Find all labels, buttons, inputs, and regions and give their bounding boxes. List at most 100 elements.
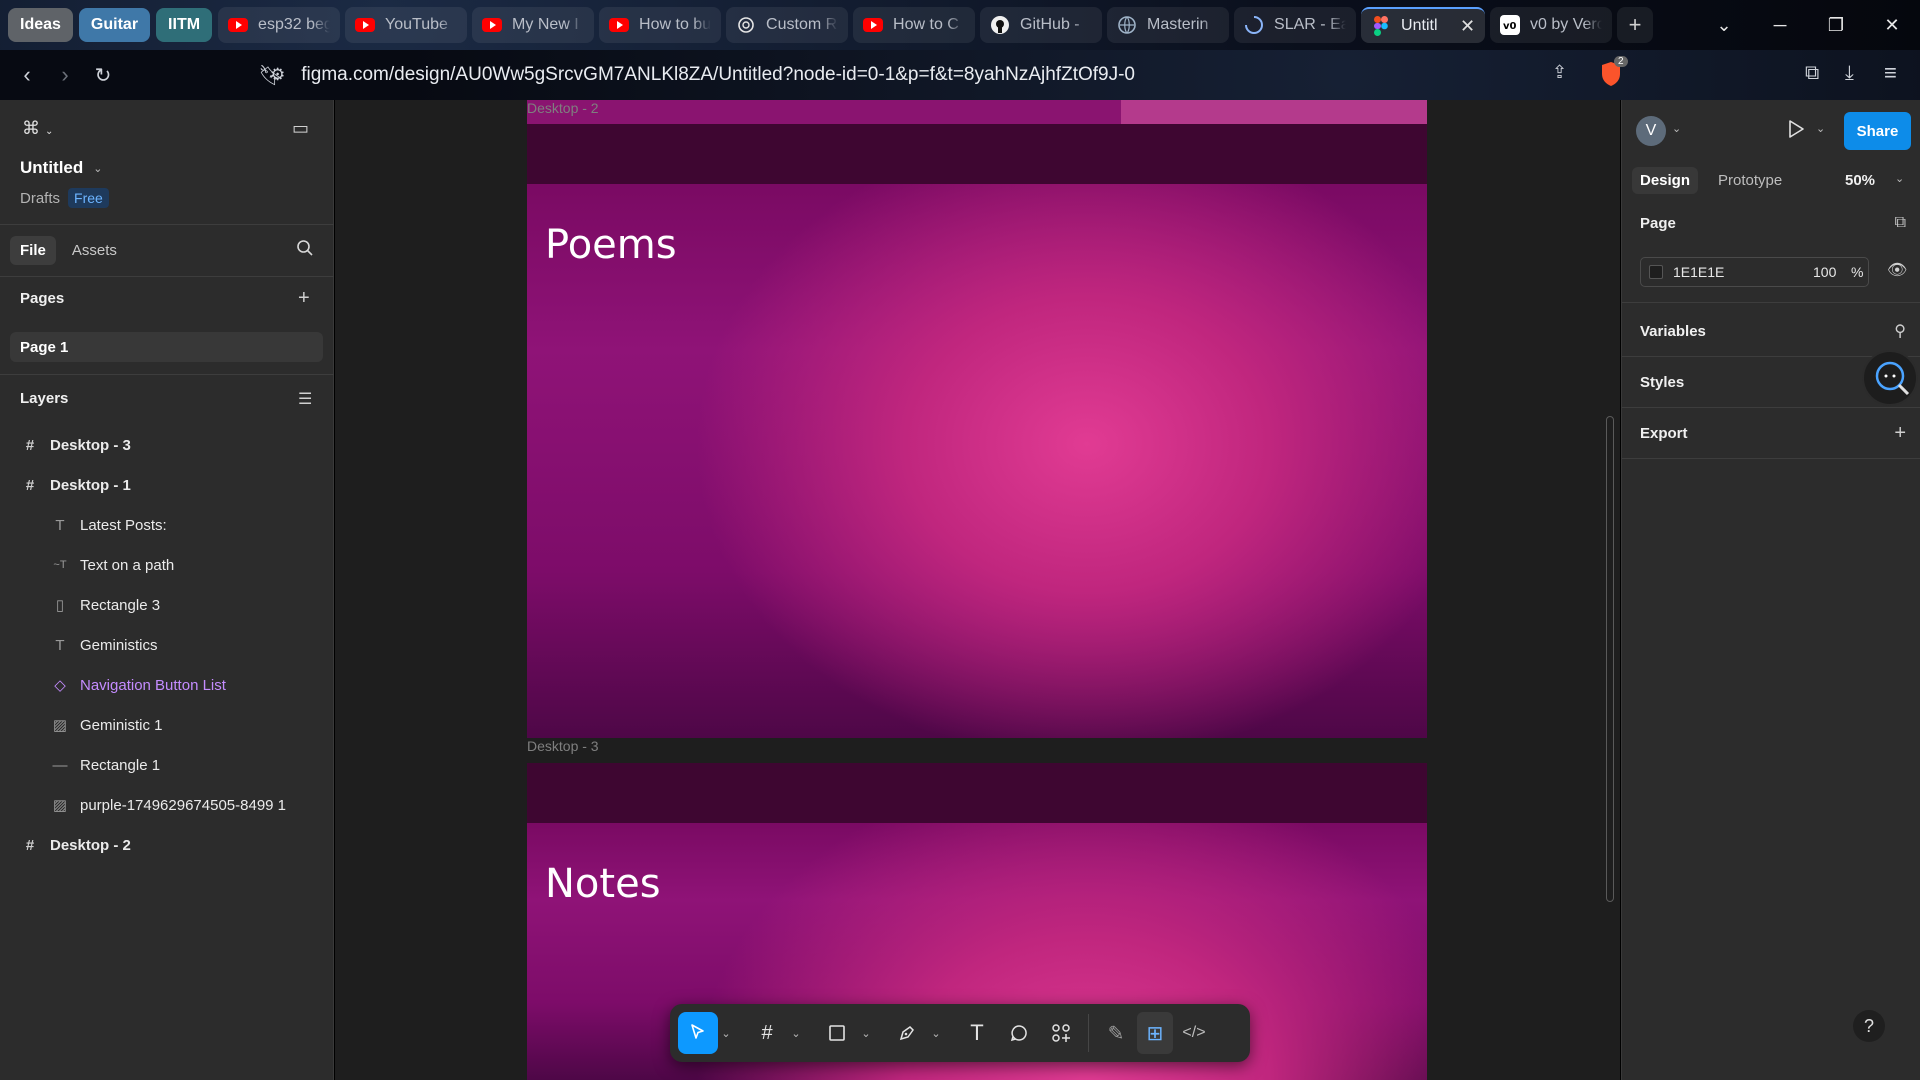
chevron-down-icon[interactable]: ⌄ [1895,172,1904,185]
chevron-down-icon[interactable]: ⌄ [858,1012,874,1054]
page-color-hex[interactable]: 1E1E1E [1673,264,1724,280]
actions-tool-icon[interactable] [1040,1012,1082,1054]
url-field[interactable]: ⚙︎ figma.com/design/AU0Ww5gSrcvGM7ANLKl8… [270,57,1565,93]
lens-assistant-icon[interactable] [1862,350,1918,406]
download-icon[interactable]: ⤓ [1845,62,1854,85]
chevron-down-icon[interactable]: ⌄ [1816,122,1825,135]
browser-tab-active[interactable]: Untitl ✕ [1361,7,1486,43]
layer-geministic-1[interactable]: ▨ Geministic 1 [0,705,334,745]
page-item[interactable]: Page 1 [10,332,323,362]
close-tab-icon[interactable]: ✕ [1460,16,1475,37]
browser-tab[interactable]: How to bu [599,7,722,43]
page-section-title: Page [1640,214,1676,232]
new-tab-button[interactable]: + [1617,7,1654,43]
panel-toggle-icon[interactable]: ▭ [292,118,309,139]
frame-desktop-2[interactable]: Poems [527,124,1427,738]
add-export-icon[interactable]: + [1894,422,1906,445]
frame-label[interactable]: Desktop - 2 [527,100,599,116]
search-icon[interactable] [296,239,314,262]
dev-mode-icon[interactable]: </> [1173,1012,1215,1054]
browser-tab[interactable]: SLAR - Ea [1234,7,1357,43]
design-canvas[interactable]: Desktop - 2 Poems Desktop - 3 Notes [335,100,1620,1080]
figma-icon [1371,16,1391,36]
minimize-icon[interactable]: ─ [1752,15,1808,36]
pen-tool-icon[interactable] [886,1012,928,1054]
chevron-down-icon[interactable]: ⌄ [928,1012,944,1054]
zoom-level[interactable]: 50% [1845,172,1875,189]
layer-desktop-3[interactable]: # Desktop - 3 [0,425,334,465]
extensions-icon[interactable]: ⧉ [1805,62,1819,85]
layer-rectangle-1[interactable]: — Rectangle 1 [0,745,334,785]
export-section[interactable]: Export + [1622,408,1920,459]
chevron-down-icon[interactable]: ⌄ [1672,122,1681,135]
layer-navigation-button-list[interactable]: ◇ Navigation Button List [0,665,334,705]
chevron-down-icon[interactable]: ⌄ [718,1012,734,1054]
tab-search-chevron-icon[interactable]: ⌄ [1696,15,1752,36]
layer-purple-image[interactable]: ▨ purple-1749629674505-8499 1 [0,785,334,825]
forward-icon[interactable]: › [46,62,84,88]
browser-tab[interactable]: Custom R [726,7,849,43]
pages-header: Pages [20,290,65,307]
avatar[interactable]: V [1636,116,1666,146]
tab-group-guitar[interactable]: Guitar [78,8,151,42]
rectangle-tool-icon[interactable] [816,1012,858,1054]
figma-menu-icon[interactable]: ⌘ ⌄ [22,118,53,139]
browser-tab[interactable]: YouTube [345,7,468,43]
layer-desktop-1[interactable]: # Desktop - 1 [0,465,334,505]
text-tool-icon[interactable]: T [956,1012,998,1054]
chevron-down-icon[interactable]: ⌄ [93,162,102,175]
tab-group-ideas[interactable]: Ideas [8,8,73,42]
page-opacity[interactable]: 100 [1813,264,1836,280]
layer-latest-posts[interactable]: T Latest Posts: [0,505,334,545]
browser-tab[interactable]: esp32 beg [218,7,341,43]
add-page-icon[interactable]: + [298,287,310,310]
variables-section[interactable]: Variables ⚲ [1622,306,1920,357]
layer-rectangle-3[interactable]: ▯ Rectangle 3 [0,585,334,625]
browser-tab[interactable]: Masterin [1107,7,1230,43]
draw-tool-icon[interactable]: ✎ [1095,1012,1137,1054]
brave-shield-icon[interactable]: 2 [1598,56,1628,88]
menu-icon[interactable]: ≡ [1884,60,1897,86]
frame-tool-icon[interactable]: # [746,1012,788,1054]
frame-label[interactable]: Desktop - 3 [527,738,599,754]
tab-assets[interactable]: Assets [62,236,127,265]
close-window-icon[interactable]: ✕ [1864,15,1920,36]
github-icon [990,15,1010,35]
layer-geministics[interactable]: T Geministics [0,625,334,665]
browser-tab[interactable]: How to C [853,7,976,43]
site-settings-icon[interactable]: ⚙︎ [270,65,285,85]
present-play-icon[interactable] [1786,118,1806,145]
styles-section-title: Styles [1640,373,1685,391]
share-page-icon[interactable]: ⇪ [1552,62,1567,83]
browser-tab[interactable]: v0 v0 by Verc [1490,7,1613,43]
tab-design[interactable]: Design [1632,167,1699,194]
restore-icon[interactable]: ❐ [1808,15,1864,36]
plan-badge: Free [68,188,109,208]
reload-icon[interactable]: ↻ [84,63,122,88]
tab-file[interactable]: File [10,236,56,265]
tab-prototype[interactable]: Prototype [1710,167,1790,194]
browser-tab[interactable]: My New I [472,7,595,43]
canvas-scrollbar[interactable] [1606,416,1614,902]
browser-tab-bar: Ideas Guitar IITM esp32 beg YouTube My N… [0,0,1920,50]
color-swatch[interactable] [1649,265,1663,279]
move-tool-icon[interactable] [678,1012,718,1054]
design-mode-icon[interactable]: ⊞ [1137,1012,1173,1054]
layer-desktop-2[interactable]: # Desktop - 2 [0,825,334,865]
layers-list-icon[interactable]: ☰ [298,389,312,409]
file-location[interactable]: Drafts [20,190,60,207]
help-button[interactable]: ? [1853,1010,1885,1042]
comment-tool-icon[interactable] [998,1012,1040,1054]
file-name[interactable]: Untitled [20,158,83,178]
layer-text-on-path[interactable]: ~T Text on a path [0,545,334,585]
back-icon[interactable]: ‹ [8,62,46,88]
share-button[interactable]: Share [1844,112,1911,150]
eye-icon[interactable]: 👁︎ [1887,260,1907,280]
layers-header: Layers [20,390,69,407]
browser-tab[interactable]: GitHub - [980,7,1103,43]
variables-icon[interactable]: ⚲ [1894,321,1906,341]
page-color-field[interactable]: 1E1E1E 100 % [1640,257,1869,287]
tab-group-iitm[interactable]: IITM [156,8,213,42]
chevron-down-icon[interactable]: ⌄ [788,1012,804,1054]
page-styles-icon[interactable]: ⧉ [1895,214,1906,232]
